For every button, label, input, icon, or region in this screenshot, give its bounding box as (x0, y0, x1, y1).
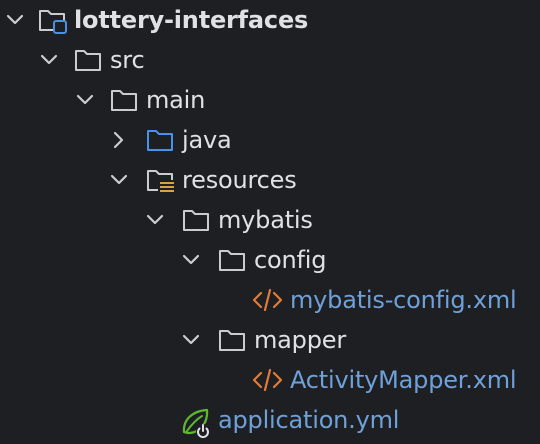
tree-row-config[interactable]: config (0, 240, 540, 280)
module-folder-icon (38, 6, 67, 34)
chevron-down-icon[interactable] (144, 209, 166, 231)
folder-icon (182, 206, 210, 234)
chevron-down-icon[interactable] (74, 89, 96, 111)
tree-label-java: java (182, 126, 232, 154)
spring-config-icon (180, 406, 210, 438)
tree-row-mapper[interactable]: mapper (0, 320, 540, 360)
tree-label-mapper: mapper (254, 326, 346, 354)
folder-icon (218, 326, 246, 354)
chevron-down-icon[interactable] (180, 249, 202, 271)
tree-label-lottery-interfaces: lottery-interfaces (74, 6, 309, 34)
chevron-down-icon[interactable] (4, 9, 26, 31)
tree-label-mybatis: mybatis (218, 206, 313, 234)
xml-file-icon (252, 286, 283, 314)
chevron-down-icon[interactable] (108, 169, 130, 191)
chevron-right-icon[interactable] (108, 129, 130, 151)
tree-label-mybatis-config-xml: mybatis-config.xml (290, 286, 517, 314)
project-tree: lottery-interfaces src main java resourc… (0, 0, 540, 444)
chevron-down-icon[interactable] (38, 49, 60, 71)
resources-root-folder-icon (146, 166, 174, 194)
tree-row-java[interactable]: java (0, 120, 540, 160)
tree-row-lottery-interfaces[interactable]: lottery-interfaces (0, 0, 540, 40)
tree-row-activitymapper-xml[interactable]: ActivityMapper.xml (0, 360, 540, 400)
tree-row-main[interactable]: main (0, 80, 540, 120)
tree-label-src: src (110, 46, 145, 74)
tree-row-src[interactable]: src (0, 40, 540, 80)
folder-icon (110, 86, 138, 114)
tree-label-main: main (146, 86, 206, 114)
folder-icon (74, 46, 102, 74)
source-root-folder-icon (146, 126, 174, 154)
tree-row-application-yml[interactable]: application.yml (0, 400, 540, 440)
xml-file-icon (252, 366, 283, 394)
folder-icon (218, 246, 246, 274)
tree-label-activitymapper-xml: ActivityMapper.xml (290, 366, 517, 394)
tree-label-resources: resources (182, 166, 297, 194)
tree-row-mybatis[interactable]: mybatis (0, 200, 540, 240)
chevron-down-icon[interactable] (180, 329, 202, 351)
tree-row-resources[interactable]: resources (0, 160, 540, 200)
tree-label-application-yml: application.yml (218, 406, 400, 434)
tree-label-config: config (254, 246, 327, 274)
tree-row-mybatis-config-xml[interactable]: mybatis-config.xml (0, 280, 540, 320)
